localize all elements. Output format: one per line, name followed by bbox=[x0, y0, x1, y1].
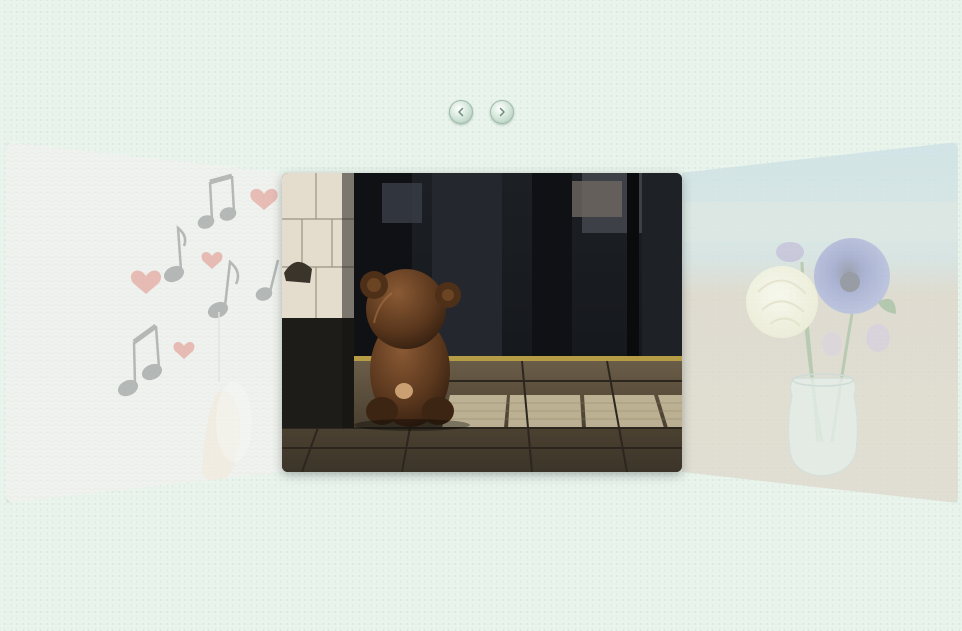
image-carousel bbox=[0, 0, 962, 631]
carousel-slide-center[interactable] bbox=[282, 173, 682, 472]
flowers-in-vase-photo bbox=[682, 142, 958, 503]
carousel-slide-right[interactable] bbox=[682, 142, 958, 503]
music-notes-hearts-photo bbox=[6, 142, 282, 503]
teddy-bear-photo bbox=[282, 173, 682, 472]
carousel-slide-left[interactable] bbox=[6, 142, 282, 503]
